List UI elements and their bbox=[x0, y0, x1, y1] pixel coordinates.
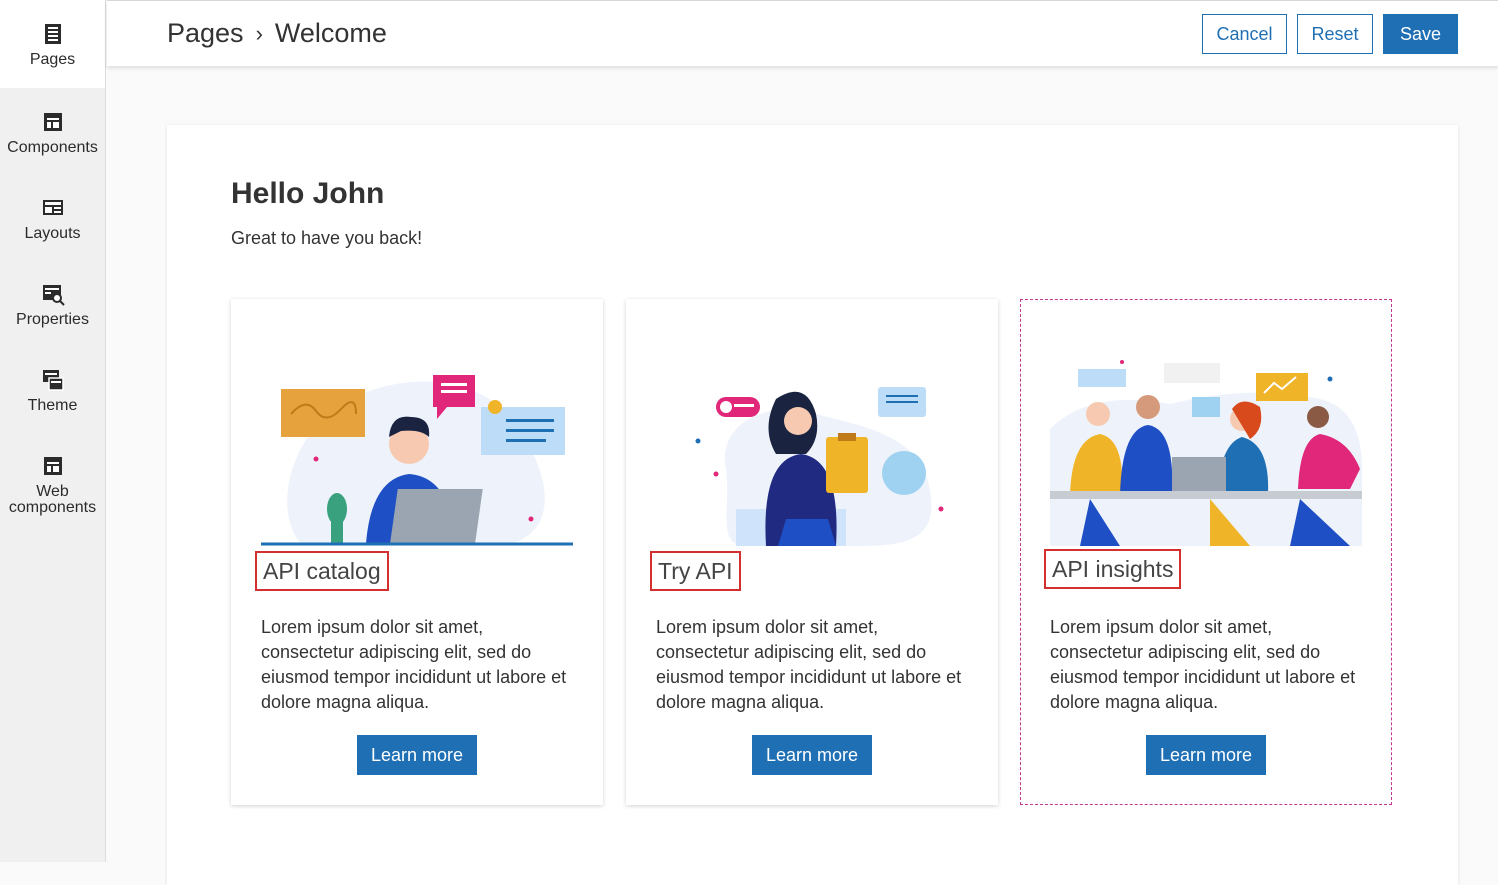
card-try-api[interactable]: Try API Lorem ipsum dolor sit amet, cons… bbox=[626, 299, 998, 805]
page-subtitle: Great to have you back! bbox=[231, 228, 423, 248]
learn-more-button[interactable]: Learn more bbox=[752, 735, 872, 775]
pages-icon bbox=[44, 24, 61, 44]
sidebar: Pages Components Layouts Properties Them… bbox=[0, 0, 106, 862]
sidebar-item-components[interactable]: Components bbox=[0, 110, 105, 156]
properties-icon bbox=[42, 285, 65, 306]
web-components-icon bbox=[43, 457, 62, 475]
breadcrumb-root[interactable]: Pages bbox=[167, 18, 244, 49]
woman-clipboard-illustration bbox=[695, 387, 944, 546]
breadcrumb: Pages › Welcome bbox=[167, 18, 387, 49]
card-title: API catalog bbox=[255, 551, 389, 591]
layouts-icon bbox=[42, 200, 63, 215]
developer-illustration bbox=[261, 375, 573, 546]
card-body: Lorem ipsum dolor sit amet, consectetur … bbox=[656, 617, 962, 712]
sidebar-item-properties[interactable]: Properties bbox=[0, 282, 105, 328]
sidebar-item-web-components[interactable]: Web components bbox=[0, 454, 105, 516]
theme-icon bbox=[42, 370, 64, 391]
chevron-right-icon: › bbox=[255, 20, 263, 46]
sidebar-item-label: Web bbox=[36, 483, 69, 500]
sidebar-item-theme[interactable]: Theme bbox=[0, 368, 105, 414]
components-icon bbox=[43, 113, 62, 131]
learn-more-button[interactable]: Learn more bbox=[1146, 735, 1266, 775]
sidebar-item-label: Theme bbox=[27, 397, 78, 414]
reset-button[interactable]: Reset bbox=[1297, 14, 1373, 54]
card-body: Lorem ipsum dolor sit amet, consectetur … bbox=[1050, 617, 1356, 712]
learn-more-button[interactable]: Learn more bbox=[357, 735, 477, 775]
page-canvas: Hello John Great to have you back! API c… bbox=[167, 125, 1458, 885]
page-title: Hello John bbox=[231, 177, 385, 210]
sidebar-item-label: Properties bbox=[16, 311, 89, 328]
cancel-button[interactable]: Cancel bbox=[1202, 14, 1287, 54]
save-button[interactable]: Save bbox=[1383, 14, 1458, 54]
sidebar-item-layouts[interactable]: Layouts bbox=[0, 196, 105, 242]
sidebar-item-label: Components bbox=[7, 139, 98, 156]
breadcrumb-current: Welcome bbox=[274, 18, 387, 48]
top-bar: Pages › Welcome Cancel Reset Save bbox=[107, 0, 1498, 66]
card-api-insights[interactable]: API insights Lorem ipsum dolor sit amet,… bbox=[1020, 299, 1392, 805]
sidebar-item-label: Pages bbox=[29, 51, 76, 68]
sidebar-item-label: components bbox=[8, 499, 97, 516]
card-title: Try API bbox=[650, 551, 741, 591]
sidebar-item-label: Layouts bbox=[24, 225, 81, 242]
sidebar-item-pages[interactable]: Pages bbox=[0, 0, 105, 88]
team-meeting-illustration bbox=[1050, 360, 1362, 546]
card-body: Lorem ipsum dolor sit amet, consectetur … bbox=[261, 617, 567, 712]
card-api-catalog[interactable]: API catalog Lorem ipsum dolor sit amet, … bbox=[231, 299, 603, 805]
card-title: API insights bbox=[1044, 549, 1182, 589]
